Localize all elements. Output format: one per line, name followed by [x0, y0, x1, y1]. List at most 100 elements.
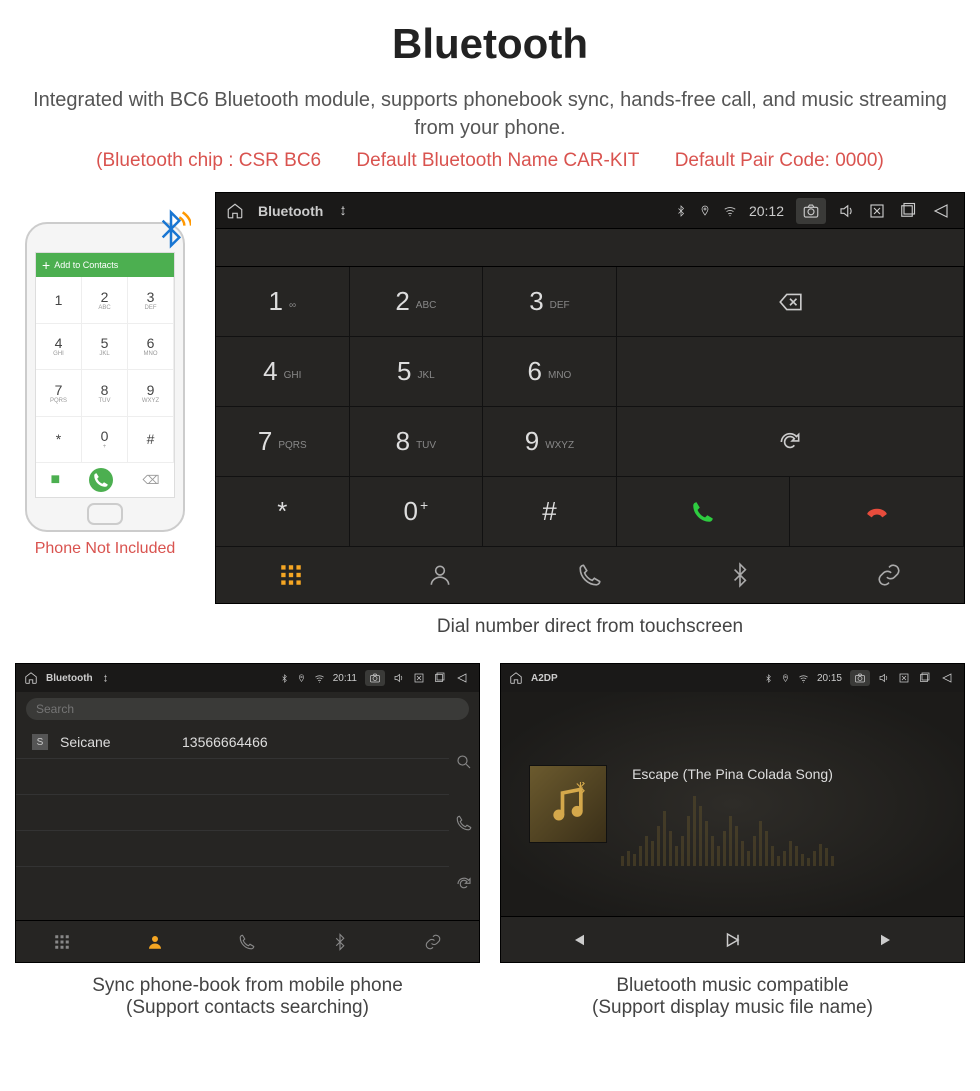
clock-text: 20:11 — [333, 673, 357, 684]
contact-row[interactable]: S Seicane 13566664466 — [16, 726, 449, 759]
dialpad-key[interactable]: # — [483, 477, 617, 547]
clock-text: 20:12 — [749, 203, 784, 219]
back-icon[interactable] — [928, 202, 954, 220]
specs-line: (Bluetooth chip : CSR BC6 Default Blueto… — [15, 150, 965, 172]
bluetooth-signal-icon — [151, 209, 191, 249]
dialpad-key[interactable]: 1∞ — [216, 267, 350, 337]
location-icon — [699, 205, 711, 217]
phone-mockup: +Add to Contacts 12ABC3DEF4GHI5JKL6MNO7P… — [25, 222, 185, 532]
dialpad-key[interactable]: 2ABC — [350, 267, 484, 337]
location-icon — [781, 674, 790, 683]
video-icon: ■ — [51, 471, 61, 489]
prev-button[interactable] — [501, 917, 655, 962]
bluetooth-icon — [280, 674, 289, 683]
camera-icon[interactable] — [850, 670, 870, 686]
tab-bluetooth[interactable] — [665, 547, 815, 603]
volume-icon[interactable] — [393, 672, 405, 684]
phone-key: 9WXYZ — [128, 370, 174, 417]
tab-dialpad[interactable] — [216, 547, 366, 603]
contact-name: Seicane — [60, 734, 170, 750]
phone-key: # — [128, 417, 174, 464]
recent-icon[interactable] — [898, 202, 916, 220]
phone-key: 6MNO — [128, 324, 174, 371]
dialpad-key[interactable]: 3DEF — [483, 267, 617, 337]
close-icon[interactable] — [413, 672, 425, 684]
music-caption: Bluetooth music compatible (Support disp… — [500, 975, 965, 1019]
statusbar: Bluetooth 20:11 — [16, 664, 479, 692]
volume-icon[interactable] — [878, 672, 890, 684]
back-icon[interactable] — [453, 672, 471, 684]
volume-icon[interactable] — [838, 202, 856, 220]
tab-pair[interactable] — [386, 921, 479, 962]
phone-key: 5JKL — [82, 324, 128, 371]
phone-header: +Add to Contacts — [36, 253, 174, 277]
phone-key: * — [36, 417, 82, 464]
backspace-button[interactable] — [617, 267, 964, 337]
close-icon[interactable] — [868, 202, 886, 220]
dialpad-key[interactable]: 6MNO — [483, 337, 617, 407]
statusbar: A2DP 20:15 — [501, 664, 964, 692]
tab-pair[interactable] — [814, 547, 964, 603]
wifi-icon — [314, 673, 325, 684]
clock-text: 20:15 — [817, 673, 842, 684]
album-art — [529, 765, 607, 843]
tab-bluetooth[interactable] — [294, 921, 387, 962]
dialpad-key[interactable]: 4GHI — [216, 337, 350, 407]
dialpad-key[interactable]: 7PQRS — [216, 407, 350, 477]
wifi-icon — [798, 673, 809, 684]
phonebook-caption: Sync phone-book from mobile phone (Suppo… — [15, 975, 480, 1019]
dialpad-key[interactable]: 5JKL — [350, 337, 484, 407]
search-icon[interactable] — [455, 753, 473, 771]
play-button[interactable] — [655, 917, 809, 962]
main-caption: Dial number direct from touchscreen — [215, 616, 965, 638]
phone-key: 0+ — [82, 417, 128, 464]
statusbar-title: Bluetooth — [46, 673, 93, 684]
spec-name: Default Bluetooth Name CAR-KIT — [356, 150, 639, 171]
bluetooth-icon — [675, 205, 687, 217]
statusbar: Bluetooth 20:12 — [216, 193, 964, 229]
hangup-button[interactable] — [790, 477, 964, 547]
tab-contacts[interactable] — [366, 547, 516, 603]
call-button[interactable] — [617, 477, 791, 547]
next-button[interactable] — [810, 917, 964, 962]
recent-icon[interactable] — [918, 672, 930, 684]
bottom-tabs — [216, 547, 964, 603]
back-icon[interactable] — [938, 672, 956, 684]
wifi-icon — [723, 204, 737, 218]
page-title: Bluetooth — [15, 20, 965, 68]
phonebook-device: Bluetooth 20:11 — [15, 663, 480, 963]
search-input[interactable] — [26, 698, 469, 720]
usb-icon — [337, 205, 349, 217]
redial-button[interactable] — [617, 407, 964, 477]
page-subtitle: Integrated with BC6 Bluetooth module, su… — [15, 86, 965, 142]
bluetooth-icon — [764, 674, 773, 683]
camera-icon[interactable] — [796, 198, 826, 224]
backspace-icon: ⌫ — [142, 473, 159, 487]
refresh-icon[interactable] — [455, 875, 473, 893]
phone-caption: Phone Not Included — [15, 540, 195, 558]
contact-number: 13566664466 — [182, 734, 268, 750]
statusbar-title: Bluetooth — [258, 203, 323, 219]
home-icon[interactable] — [24, 671, 38, 685]
equalizer-viz — [621, 786, 944, 866]
dialpad-key[interactable]: * — [216, 477, 350, 547]
phone-key: 3DEF — [128, 277, 174, 324]
phone-key: 8TUV — [82, 370, 128, 417]
tab-dialpad[interactable] — [16, 921, 109, 962]
home-icon[interactable] — [226, 202, 244, 220]
dialpad-key[interactable]: 8TUV — [350, 407, 484, 477]
tab-calls[interactable] — [515, 547, 665, 603]
empty — [617, 337, 964, 407]
tab-calls[interactable] — [201, 921, 294, 962]
call-icon[interactable] — [455, 814, 473, 832]
spec-chip: (Bluetooth chip : CSR BC6 — [96, 150, 321, 171]
tab-contacts[interactable] — [109, 921, 202, 962]
home-icon[interactable] — [509, 671, 523, 685]
recent-icon[interactable] — [433, 672, 445, 684]
contact-badge: S — [32, 734, 48, 750]
camera-icon[interactable] — [365, 670, 385, 686]
close-icon[interactable] — [898, 672, 910, 684]
dialpad-key[interactable]: 0+ — [350, 477, 484, 547]
phone-key: 7PQRS — [36, 370, 82, 417]
dialpad-key[interactable]: 9WXYZ — [483, 407, 617, 477]
